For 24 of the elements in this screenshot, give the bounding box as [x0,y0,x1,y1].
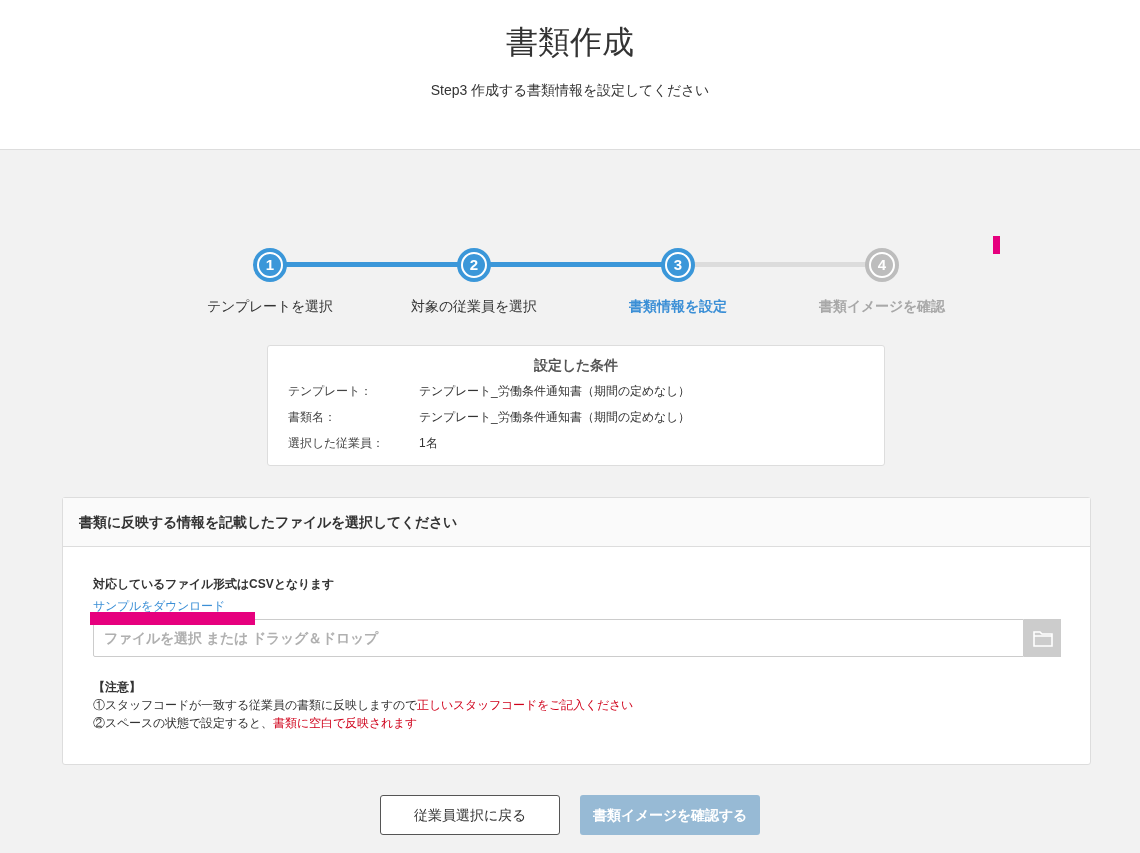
conditions-title: 設定した条件 [533,356,619,375]
panel-title: 書類に反映する情報を記載したファイルを選択してください [79,512,457,532]
step-label: テンプレートを選択 [206,297,334,316]
condition-value: テンプレート_労働条件通知書（期間の定めなし） [419,383,690,400]
notice-text: ②スペースの状態で設定すると、書類に空白で反映されます [93,715,417,732]
condition-value: テンプレート_労働条件通知書（期間の定めなし） [419,409,690,426]
format-note: 対応しているファイル形式はCSVとなります [93,576,335,593]
condition-label: 選択した従業員： [288,435,385,452]
folder-icon [1032,629,1053,647]
step-label: 対象の従業員を選択 [410,297,538,316]
page-title: 書類作成 [506,23,634,62]
back-button[interactable]: 従業員選択に戻る [380,795,560,835]
sample-download-link[interactable]: サンプルをダウンロード [93,599,225,613]
notice-text: ①スタッフコードが一致する従業員の書類に反映しますので正しいスタッフコードをご記入ください [93,697,633,714]
condition-label: 書類名： [288,409,337,426]
page-subtitle: Step3 作成する書類情報を設定してください [430,81,710,100]
step-label: 書類イメージを確認 [818,297,946,316]
highlight-mark [993,236,1000,254]
notice-heading: 【注意】 [93,679,142,696]
folder-button[interactable] [1024,619,1061,657]
condition-value: 1名 [419,435,438,452]
condition-label: テンプレート： [288,383,373,400]
step-label: 書類情報を設定 [628,297,728,316]
file-field[interactable]: ファイルを選択 または ドラッグ＆ドロップ [93,619,1024,657]
